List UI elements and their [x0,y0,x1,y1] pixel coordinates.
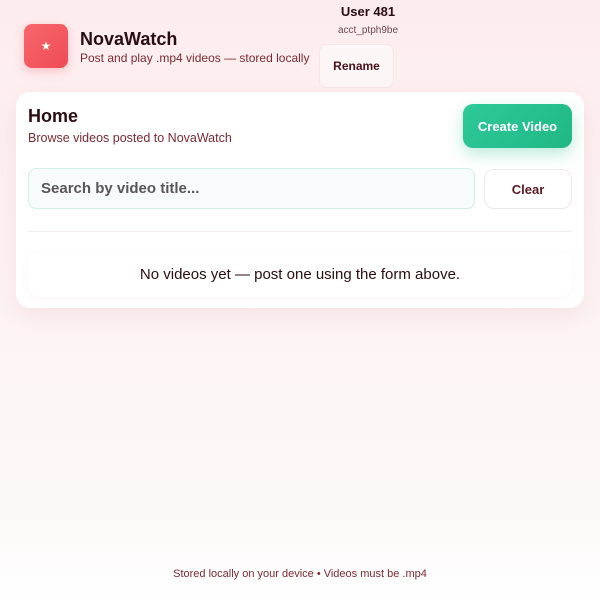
user-name: User 481 [340,4,396,19]
rename-button[interactable]: Rename [319,44,394,88]
search-input[interactable] [28,168,475,209]
empty-state-message: No videos yet — post one using the form … [28,252,572,297]
create-video-button[interactable]: Create Video [463,104,572,148]
app-subtitle: Post and play .mp4 videos — stored local… [80,51,310,65]
account-id: acct_ptph9be [337,25,399,36]
page-subtitle: Browse videos posted to NovaWatch [28,131,232,145]
footer-text: Stored locally on your device • Videos m… [173,568,427,580]
divider [28,231,572,232]
star-icon: ★ [40,39,52,53]
app-title: NovaWatch [80,29,178,49]
page-title: Home [28,106,79,126]
app-logo: ★ [24,24,68,68]
home-panel: Home Browse videos posted to NovaWatch C… [16,92,584,308]
clear-button[interactable]: Clear [484,169,572,209]
